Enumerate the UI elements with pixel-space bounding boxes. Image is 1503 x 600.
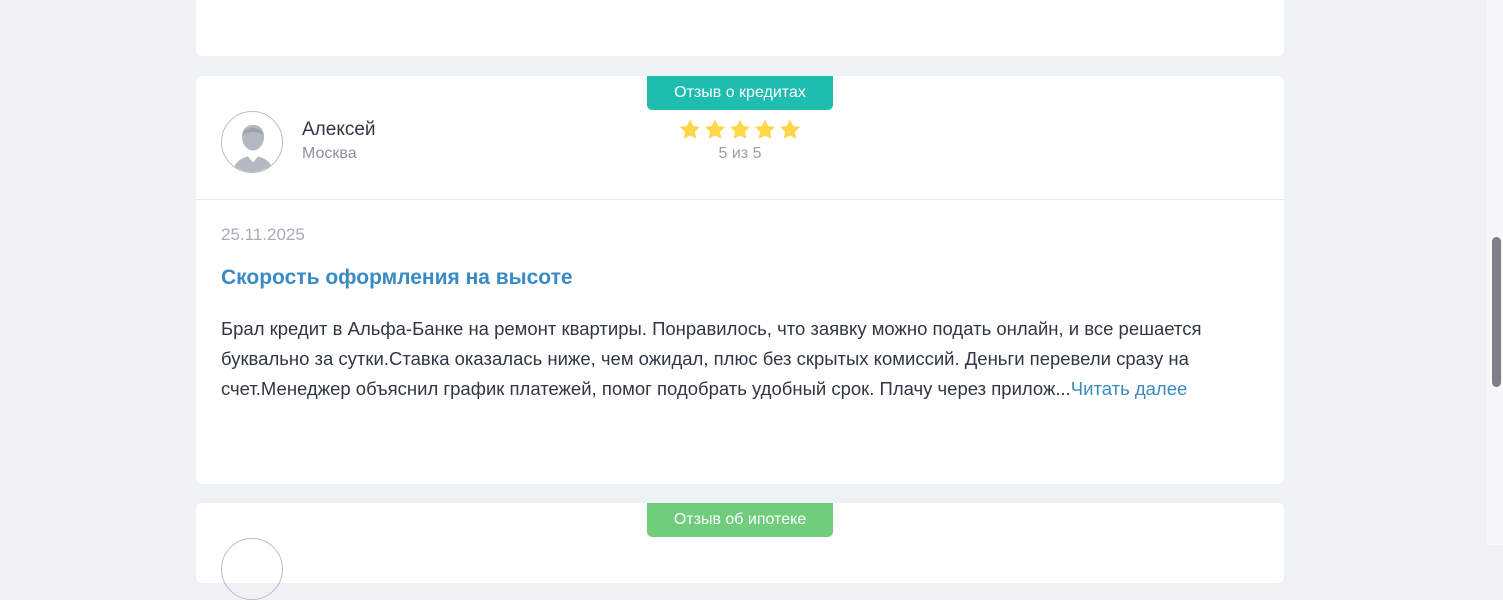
scrollbar-thumb[interactable] — [1492, 237, 1501, 387]
review-category-badge[interactable]: Отзыв об ипотеке — [647, 503, 833, 537]
review-header: Алексей Москва 5 из 5 — [196, 76, 1284, 200]
page-scrollbar[interactable] — [1487, 0, 1503, 545]
author-name: Алексей — [302, 119, 376, 140]
read-more-link[interactable]: Читать далее — [1071, 378, 1188, 399]
star-icon — [754, 119, 776, 139]
review-title[interactable]: Скорость оформления на высоте — [221, 266, 573, 290]
review-card-previous — [196, 0, 1284, 56]
user-avatar-icon — [232, 125, 274, 172]
star-icon — [779, 119, 801, 139]
avatar — [221, 111, 283, 173]
star-icon — [704, 119, 726, 139]
review-card: Отзыв о кредитах Алексей Москва 5 из 5 2… — [196, 76, 1284, 484]
avatar — [221, 538, 283, 600]
star-icon — [729, 119, 751, 139]
review-date: 25.11.2025 — [221, 225, 305, 244]
review-text-content: Брал кредит в Альфа-Банке на ремонт квар… — [221, 318, 1202, 399]
rating-text: 5 из 5 — [718, 145, 762, 162]
rating-stars — [678, 118, 802, 141]
author-city: Москва — [302, 145, 357, 162]
review-text: Брал кредит в Альфа-Банке на ремонт квар… — [221, 314, 1256, 404]
review-card-next: Отзыв об ипотеке — [196, 503, 1284, 600]
star-icon — [679, 119, 701, 139]
